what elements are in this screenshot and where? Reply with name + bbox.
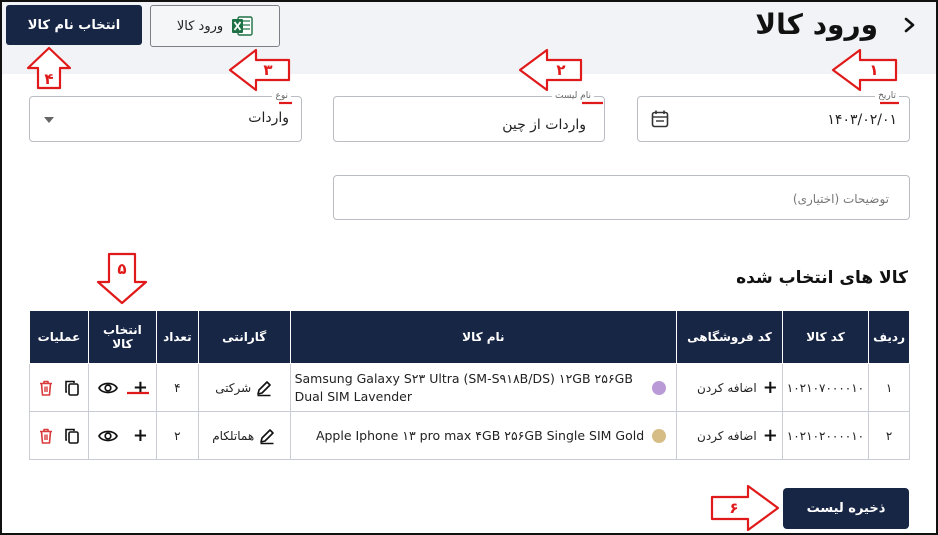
select-cell: + [87, 363, 157, 412]
list-name-label: نام لیست [551, 90, 594, 102]
color-swatch [652, 380, 667, 395]
goods-name-cell: Apple Iphone ۱۳ pro max ۴GB ۲۵۶GB Single… [289, 411, 678, 460]
qty: ۲ [155, 411, 199, 460]
select-cell: + [87, 411, 157, 460]
warranty-cell: شرکتی [197, 363, 291, 412]
date-label: تاریخ [875, 90, 899, 102]
table-row: ۲ ۱۰۲۱۰۲۰۰۰۰۱۰ + اضافه کردن Apple Iphone… [29, 411, 910, 460]
warranty-cell: هماتلکام [197, 411, 291, 460]
goods-code: ۱۰۲۱۰۷۰۰۰۰۱۰ [781, 363, 870, 412]
warranty-value: شرکتی [215, 380, 252, 395]
table-row: ۱ ۱۰۲۱۰۷۰۰۰۰۱۰ + اضافه کردن Samsung Gala… [29, 363, 910, 412]
plus-icon: + [762, 376, 778, 398]
excel-icon [232, 16, 253, 36]
col-header-select: انتخاب کالا [87, 310, 157, 364]
description-placeholder: توضیحات (اختیاری) [792, 192, 889, 206]
goods-name: Apple Iphone ۱۳ pro max ۴GB ۲۵۶GB Single… [315, 427, 645, 443]
store-code-cell: + اضافه کردن [676, 411, 783, 460]
list-name-value: واردات از چین [502, 117, 586, 133]
color-swatch [652, 428, 667, 443]
caret-down-icon[interactable] [44, 117, 54, 123]
copy-icon[interactable] [63, 379, 81, 397]
eye-icon[interactable] [97, 379, 119, 397]
col-header-row-number: ردیف [868, 310, 910, 364]
back-chevron-icon[interactable] [898, 14, 920, 36]
add-store-code-button[interactable]: + اضافه کردن [681, 424, 778, 446]
add-store-code-label: اضافه کردن [697, 380, 757, 395]
date-value: ۱۴۰۳/۰۲/۰۱ [827, 112, 897, 128]
edit-pencil-icon[interactable] [258, 427, 276, 445]
plus-icon: + [762, 424, 778, 446]
type-value: واردات [248, 110, 289, 126]
type-label: نوع [272, 90, 291, 102]
copy-icon[interactable] [63, 427, 81, 445]
description-field[interactable]: توضیحات (اختیاری) [333, 175, 910, 220]
type-select[interactable]: نوع واردات [29, 90, 302, 142]
row-number: ۱ [868, 363, 910, 412]
add-store-code-label: اضافه کردن [697, 428, 757, 443]
table-header-row: ردیف کد کالا کد فروشگاهی نام کالا گارانت… [29, 310, 910, 364]
ops-cell [29, 411, 89, 460]
col-header-store-code: کد فروشگاهی [676, 310, 783, 364]
select-goods-button[interactable]: انتخاب نام کالا [6, 5, 142, 45]
trash-icon[interactable] [37, 379, 55, 397]
goods-name: Samsung Galaxy S۲۳ Ultra (SM-S۹۱۸B/DS) ۱… [294, 370, 633, 404]
ops-cell [29, 363, 89, 412]
selected-goods-table: ردیف کد کالا کد فروشگاهی نام کالا گارانت… [29, 310, 910, 460]
add-goods-plus-icon[interactable]: + [133, 378, 148, 397]
col-header-name: نام کالا [289, 310, 678, 364]
col-header-ops: عملیات [29, 310, 89, 364]
col-header-warranty: گارانتی [197, 310, 291, 364]
save-list-button[interactable]: ذخیره لیست [783, 488, 909, 529]
calendar-icon[interactable] [650, 109, 670, 129]
add-goods-plus-icon[interactable]: + [133, 426, 148, 445]
eye-icon[interactable] [97, 427, 119, 445]
selected-goods-title: کالا های انتخاب شده [736, 268, 908, 288]
date-field[interactable]: تاریخ ۱۴۰۳/۰۲/۰۱ [637, 90, 910, 142]
goods-code: ۱۰۲۱۰۲۰۰۰۰۱۰ [781, 411, 870, 460]
excel-import-label: ورود کالا [176, 18, 224, 34]
add-store-code-button[interactable]: + اضافه کردن [681, 376, 778, 398]
col-header-qty: تعداد [155, 310, 199, 364]
row-number: ۲ [868, 411, 910, 460]
goods-name-cell: Samsung Galaxy S۲۳ Ultra (SM-S۹۱۸B/DS) ۱… [289, 363, 678, 412]
trash-icon[interactable] [37, 427, 55, 445]
edit-pencil-icon[interactable] [255, 379, 273, 397]
list-name-field[interactable]: نام لیست واردات از چین [333, 90, 605, 142]
store-code-cell: + اضافه کردن [676, 363, 783, 412]
warranty-value: هماتلکام [212, 428, 255, 443]
col-header-code: کد کالا [781, 310, 870, 364]
excel-import-button[interactable]: ورود کالا [150, 5, 280, 47]
qty: ۴ [155, 363, 199, 412]
page-title: ورود کالا [755, 8, 878, 41]
